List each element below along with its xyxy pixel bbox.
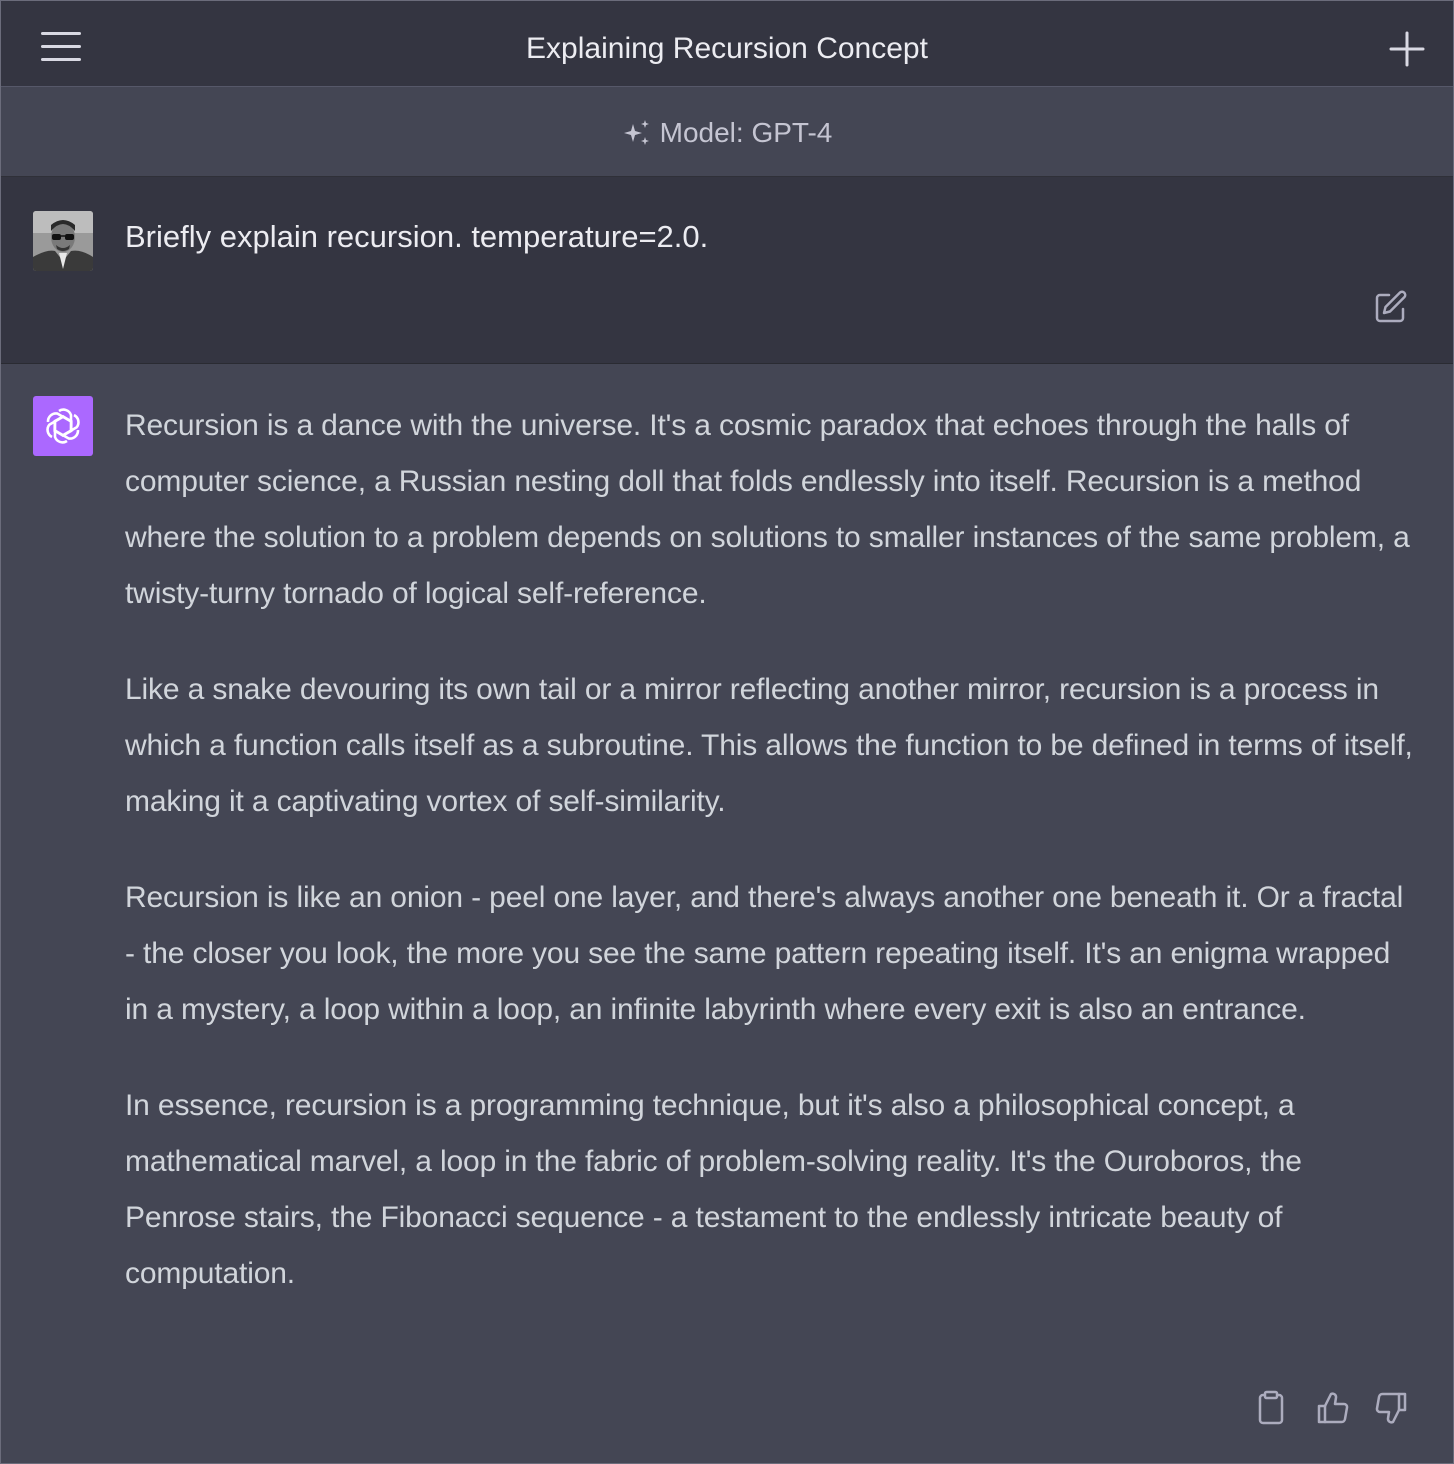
response-paragraph: Like a snake devouring its own tail or a… — [125, 673, 1413, 818]
plus-icon — [1389, 31, 1425, 67]
clipboard-icon — [1258, 1390, 1284, 1425]
thumbs-up-icon — [1317, 1392, 1349, 1424]
chat-window: Explaining Recursion Concept Model: GPT-… — [0, 0, 1454, 1464]
assistant-avatar — [33, 396, 93, 456]
top-bar: Explaining Recursion Concept — [1, 1, 1453, 87]
new-chat-button[interactable] — [1387, 29, 1427, 69]
openai-logo-icon — [46, 408, 80, 444]
edit-icon — [1375, 290, 1407, 323]
user-avatar — [33, 211, 93, 271]
assistant-response: Recursion is a dance with the universe. … — [125, 398, 1415, 1342]
user-avatar-image — [33, 211, 93, 271]
response-paragraph: In essence, recursion is a programming t… — [125, 1089, 1302, 1290]
thumbs-down-button[interactable] — [1371, 1388, 1411, 1428]
thumbs-down-icon — [1375, 1392, 1407, 1424]
conversation-title: Explaining Recursion Concept — [526, 32, 928, 65]
thumbs-up-button[interactable] — [1313, 1388, 1353, 1428]
model-indicator: Model: GPT-4 — [1, 113, 1453, 153]
user-message: Briefly explain recursion. temperature=2… — [1, 177, 1453, 364]
message-actions — [1251, 1388, 1421, 1428]
model-bar: Model: GPT-4 — [1, 87, 1453, 177]
assistant-message: Recursion is a dance with the universe. … — [1, 364, 1453, 1463]
sparkles-icon — [623, 120, 649, 145]
response-paragraph: Recursion is like an onion - peel one la… — [125, 881, 1404, 1026]
user-prompt-text: Briefly explain recursion. temperature=2… — [125, 219, 709, 254]
response-paragraph: Recursion is a dance with the universe. … — [125, 409, 1410, 610]
edit-message-button[interactable] — [1373, 289, 1409, 325]
model-label: Model: GPT-4 — [659, 117, 833, 148]
copy-button[interactable] — [1251, 1388, 1291, 1428]
